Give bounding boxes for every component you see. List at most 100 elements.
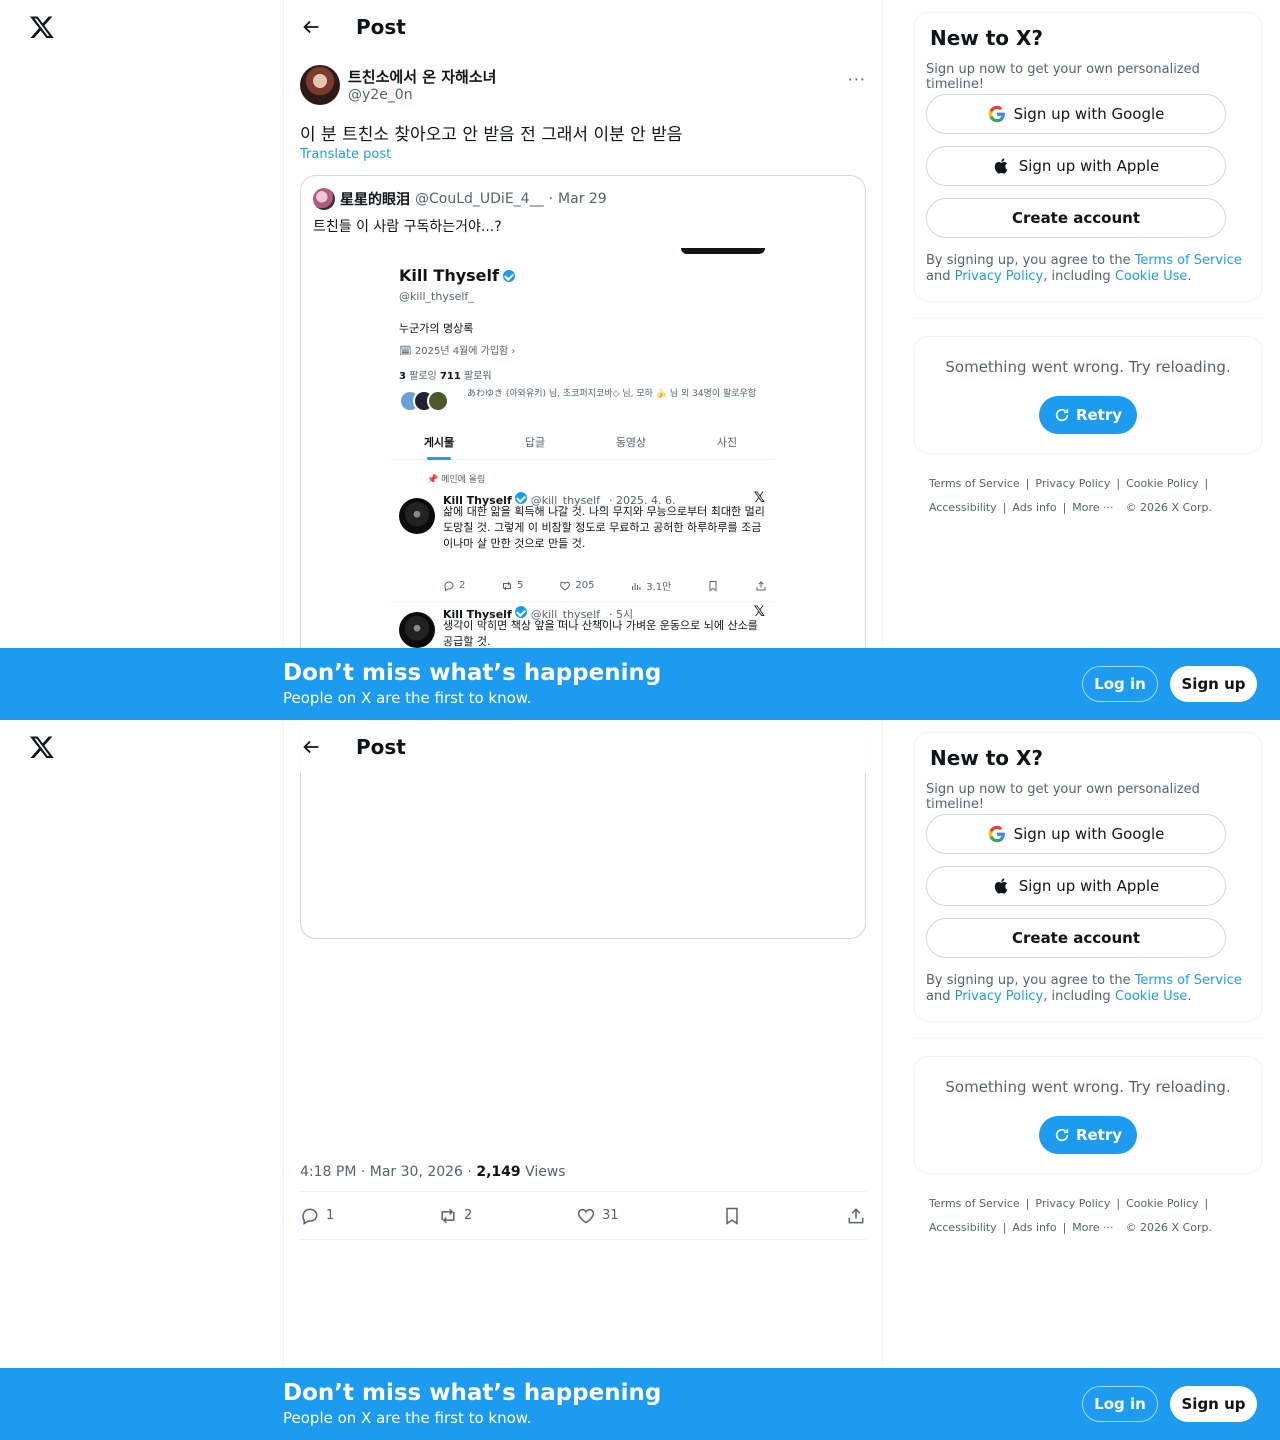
repost-button[interactable]: 2: [438, 1206, 472, 1226]
new-to-x-card: New to X? Sign up now to get your own pe…: [913, 12, 1263, 302]
author-handle[interactable]: @y2e_0n: [348, 87, 413, 103]
back-arrow-icon[interactable]: [300, 736, 322, 758]
login-button[interactable]: Log in: [1082, 666, 1158, 702]
heart-icon: [560, 581, 571, 591]
footer-terms-link[interactable]: Terms of Service: [929, 1197, 1020, 1210]
like-button[interactable]: 31: [576, 1206, 619, 1226]
screenshot-profile-handle: @kill_thyself_: [399, 290, 474, 303]
author-avatar[interactable]: [300, 65, 340, 105]
reply-icon: [444, 581, 454, 591]
create-account-button[interactable]: Create account: [926, 918, 1226, 958]
google-signup-label: Sign up with Google: [1013, 825, 1165, 843]
footer-accessibility-link[interactable]: Accessibility: [929, 1221, 997, 1234]
post-text: 이 분 트친소 찾아오고 안 받음 전 그래서 이분 안 받음: [300, 125, 683, 145]
post-header: Post: [284, 0, 882, 53]
retry-label: Retry: [1075, 406, 1123, 424]
google-signup-button[interactable]: Sign up with Google: [926, 94, 1226, 134]
retry-button[interactable]: Retry: [1039, 1116, 1137, 1154]
followed-by-avatars: [399, 390, 449, 412]
post-header: Post: [284, 720, 882, 773]
refresh-icon: [1055, 1128, 1069, 1142]
terms-text: By signing up, you agree to the Terms of…: [926, 973, 1252, 1005]
footer-copyright: © 2026 X Corp.: [1125, 501, 1212, 514]
footer-more-link[interactable]: More ···: [1072, 1221, 1113, 1234]
error-card: Something went wrong. Try reloading. Ret…: [913, 336, 1263, 454]
post-timestamp[interactable]: 4:18 PM · Mar 30, 2026 ·: [300, 1164, 476, 1180]
footer-more-link[interactable]: More ···: [1072, 501, 1113, 514]
repost-icon: [441, 1208, 455, 1223]
screenshot-follow-stats: 3 팔로잉 711 팔로워: [399, 367, 492, 382]
footer-ads-link[interactable]: Ads info: [1012, 501, 1056, 514]
apple-signup-label: Sign up with Apple: [1018, 157, 1160, 175]
login-button[interactable]: Log in: [1082, 1386, 1158, 1422]
apple-signup-button[interactable]: Sign up with Apple: [926, 866, 1226, 906]
cookie-use-link[interactable]: Cookie Use: [1115, 269, 1188, 284]
author-display-name[interactable]: 트친소에서 온 자해소녀: [348, 66, 496, 87]
bookmark-button[interactable]: [722, 1206, 742, 1226]
terms-of-service-link[interactable]: Terms of Service: [1135, 253, 1242, 268]
screenshot-tab-posts: 게시물: [391, 424, 487, 460]
terms-and: and: [926, 269, 955, 284]
google-icon: [988, 105, 1005, 123]
terms-including: , including: [1043, 989, 1115, 1004]
verified-badge-icon: [515, 492, 528, 504]
terms-of-service-link[interactable]: Terms of Service: [1135, 973, 1242, 988]
page-title: Post: [356, 735, 406, 759]
more-options-button[interactable]: ···: [848, 70, 866, 89]
x-logo-icon[interactable]: [29, 14, 55, 40]
signup-button[interactable]: Sign up: [1170, 1386, 1257, 1422]
following-label: 팔로잉: [405, 371, 440, 382]
apple-icon: [994, 878, 1007, 894]
followers-label: 팔로워: [460, 371, 492, 382]
retry-button[interactable]: Retry: [1039, 396, 1137, 434]
pinned-label: 📌 메인에 올림: [427, 475, 486, 485]
primary-column: 트친소에서 온 자해소녀 @y2e_0n ··· 이 분 트친소 찾아오고 안 …: [283, 720, 883, 1440]
footer-accessibility-link[interactable]: Accessibility: [929, 501, 997, 514]
footer-privacy-link[interactable]: Privacy Policy: [1035, 477, 1110, 490]
sidebar-footer: Terms of Service | Privacy Policy | Cookie P…: [929, 1197, 1212, 1234]
signup-button[interactable]: Sign up: [1170, 666, 1257, 702]
footer-cookie-link[interactable]: Cookie Policy: [1126, 477, 1198, 490]
screenshot-tweet-avatar: [399, 498, 435, 534]
reply-button[interactable]: 1: [300, 1206, 334, 1226]
create-account-button[interactable]: Create account: [926, 198, 1226, 238]
translate-post-link[interactable]: Translate post: [300, 147, 391, 162]
footer-privacy-link[interactable]: Privacy Policy: [1035, 1197, 1110, 1210]
new-to-x-title: New to X?: [930, 26, 1044, 50]
sidebar-footer: Terms of Service | Privacy Policy | Cookie P…: [929, 477, 1212, 514]
screenshot-tab-photos: 사진: [716, 436, 738, 449]
terms-including: , including: [1043, 269, 1115, 284]
screenshot-tweet-actions: 2 5 205 3.1만: [443, 578, 767, 593]
signup-banner: Don’t miss what’s happening People on X …: [0, 1368, 1280, 1440]
privacy-policy-link[interactable]: Privacy Policy: [955, 989, 1044, 1004]
viewport-top: 트친소에서 온 자해소녀 @y2e_0n ··· 이 분 트친소 찾아오고 안 …: [0, 0, 1280, 720]
reply-icon: [302, 1208, 318, 1225]
screenshot-joined: 🗓 2025년 4월에 가입함 ›: [399, 346, 516, 357]
screenshot-share: [755, 578, 767, 593]
screenshot-like-count: 205: [575, 580, 595, 591]
refresh-icon: [1055, 408, 1069, 422]
back-arrow-icon[interactable]: [300, 16, 322, 38]
quoted-post[interactable]: 星星的眼泪 @CouLd_UDiE_4__ · Mar 29 트친들 이 사람 …: [300, 175, 866, 720]
follower-avatar: [427, 390, 449, 412]
terms-and: and: [926, 989, 955, 1004]
privacy-policy-link[interactable]: Privacy Policy: [955, 269, 1044, 284]
share-button[interactable]: [846, 1206, 866, 1226]
apple-signup-button[interactable]: Sign up with Apple: [926, 146, 1226, 186]
footer-terms-link[interactable]: Terms of Service: [929, 477, 1020, 490]
quote-handle: @CouLd_UDiE_4__: [415, 191, 544, 207]
footer-cookie-link[interactable]: Cookie Policy: [1126, 1197, 1198, 1210]
bookmark-icon: [726, 1207, 739, 1225]
share-icon: [756, 580, 766, 590]
google-signup-label: Sign up with Google: [1013, 105, 1165, 123]
screenshot-views-count: 3.1만: [646, 582, 672, 593]
screenshot-views: 3.1만: [630, 578, 671, 593]
cookie-use-link[interactable]: Cookie Use: [1115, 989, 1188, 1004]
x-logo-icon[interactable]: [29, 734, 55, 760]
screenshot-tweet-avatar: [399, 612, 435, 648]
footer-ads-link[interactable]: Ads info: [1012, 1221, 1056, 1234]
screenshot-tab-videos: 동영상: [615, 436, 647, 449]
google-signup-button[interactable]: Sign up with Google: [926, 814, 1226, 854]
banner-subtitle: People on X are the first to know.: [283, 1409, 532, 1427]
following-count: 3: [399, 371, 406, 382]
